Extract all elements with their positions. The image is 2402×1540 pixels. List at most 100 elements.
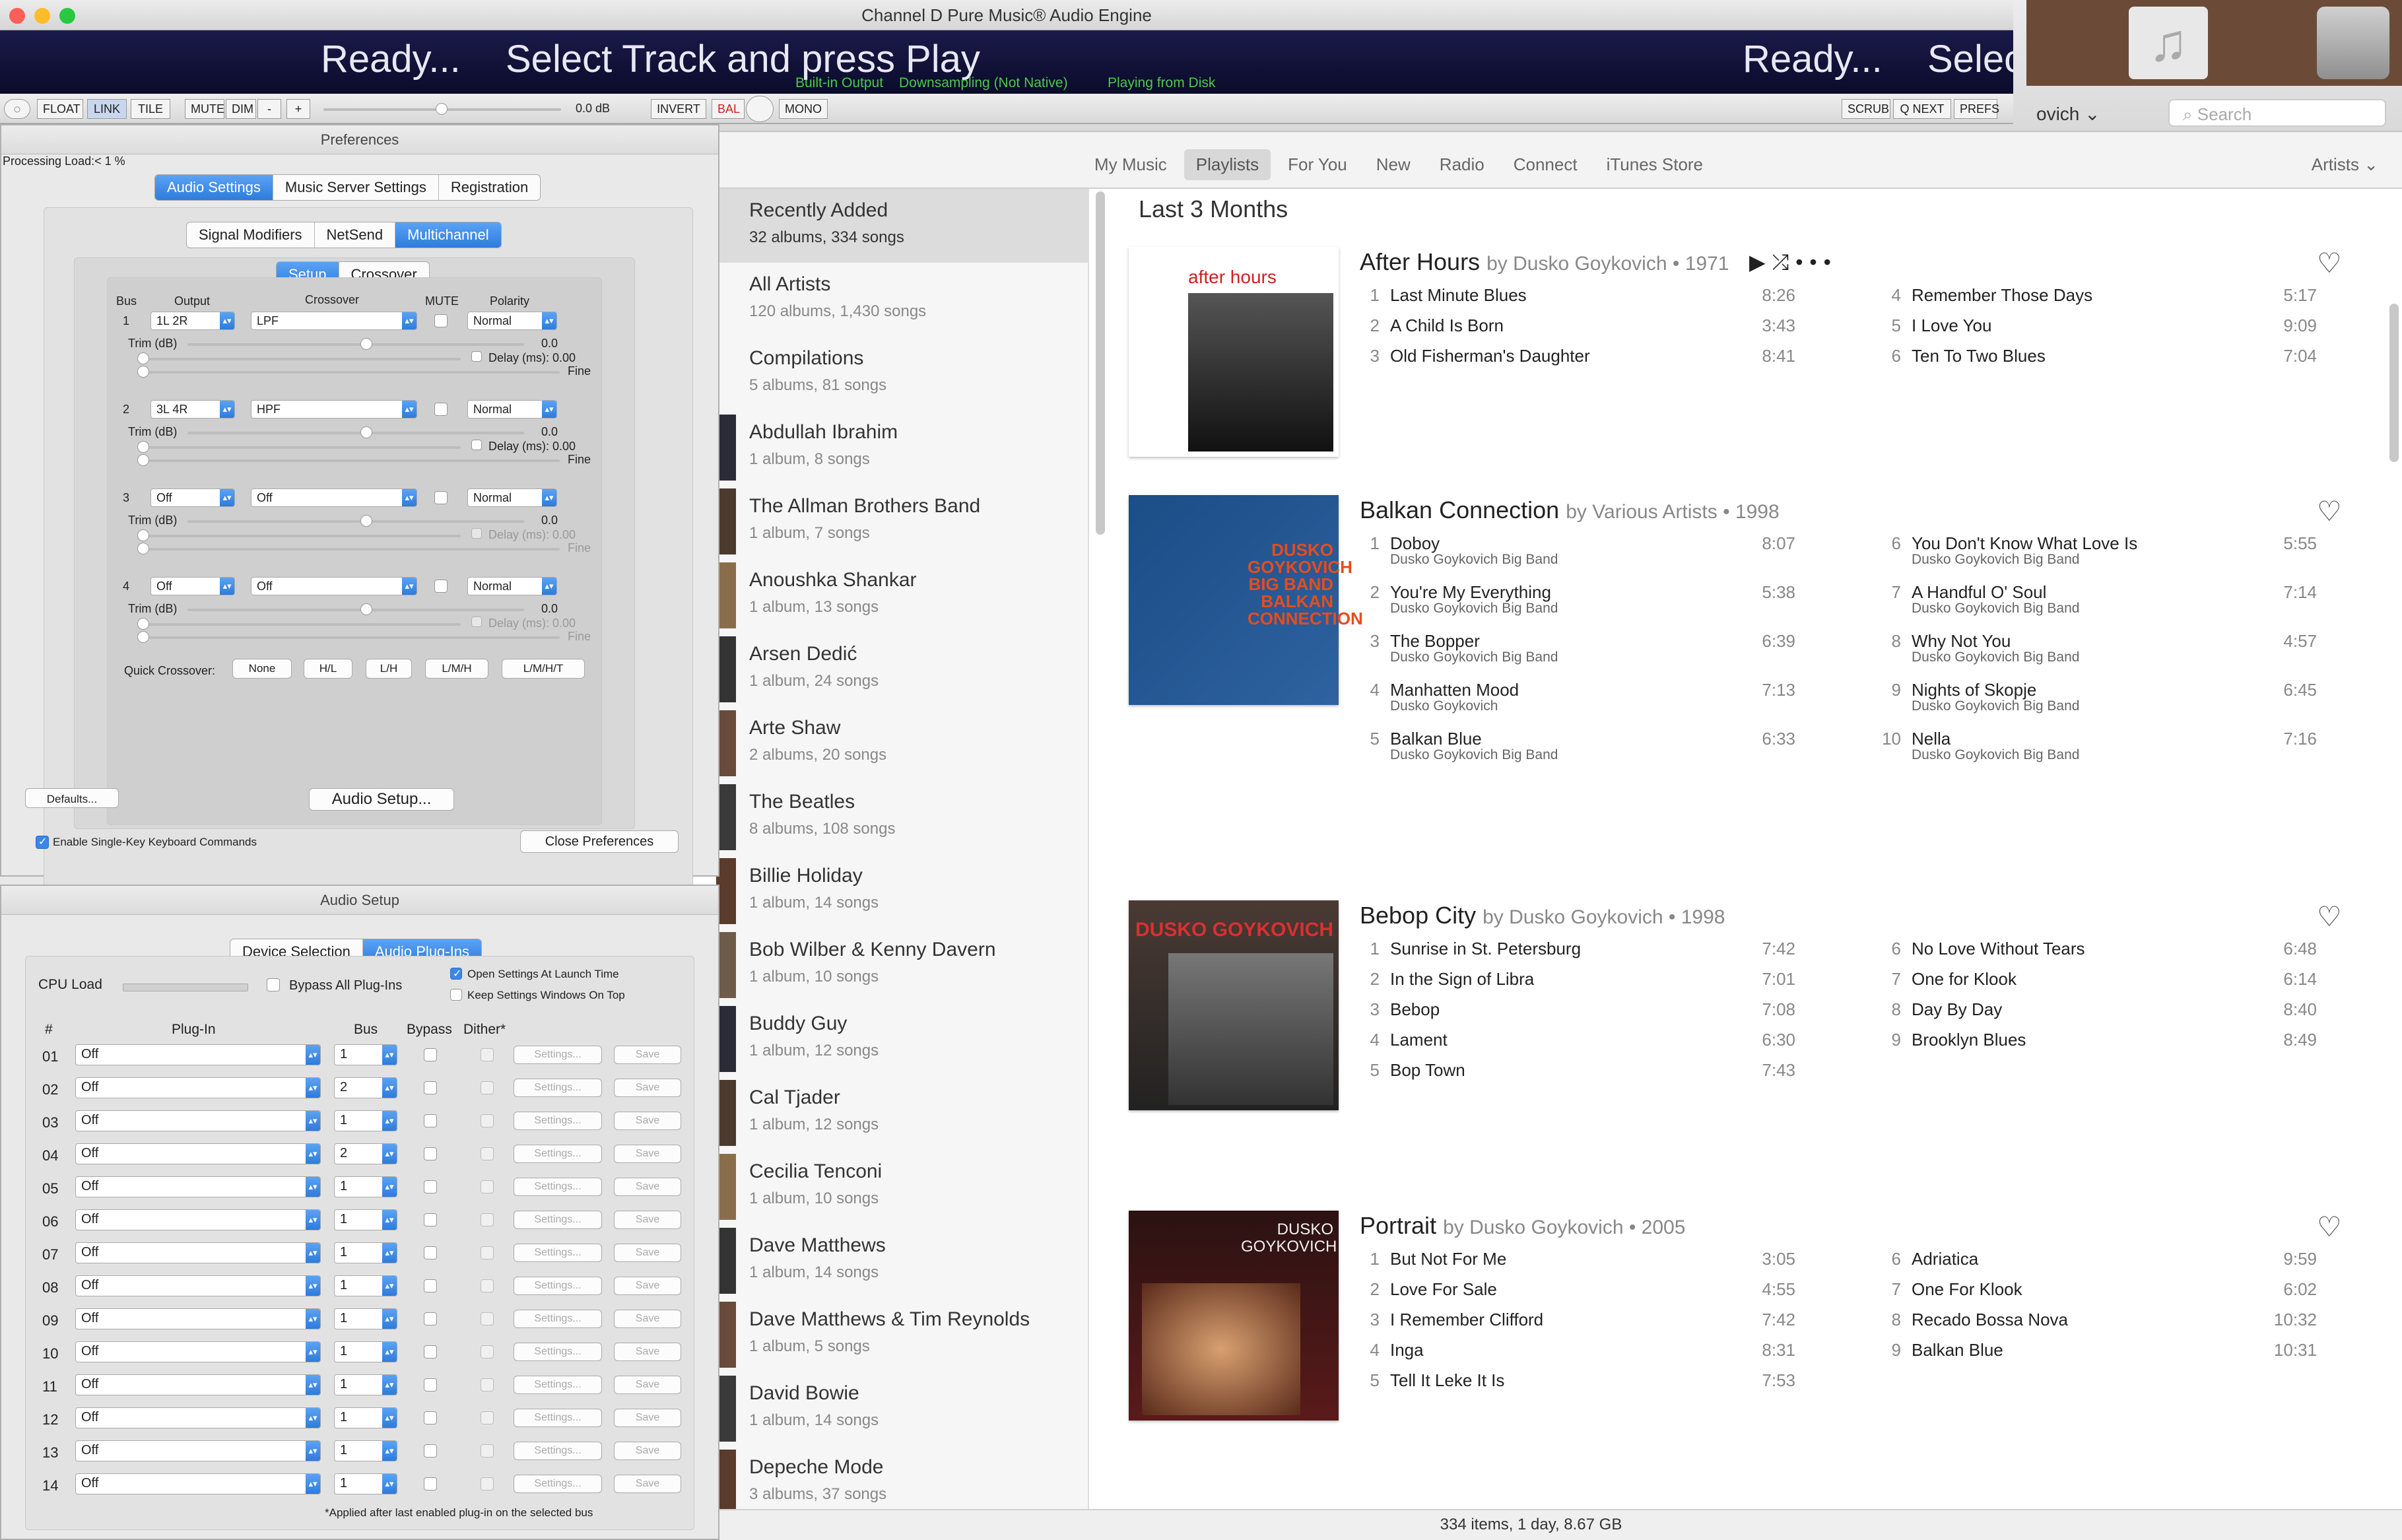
settings-button[interactable]: Settings... [514,1475,602,1493]
fine-slider-knob[interactable] [137,454,149,466]
play-icon[interactable]: ▶ [1749,250,1772,274]
heart-icon[interactable]: ♡ [2317,1211,2342,1243]
sidebar-item[interactable]: Buddy Guy 1 album, 12 songs [716,1002,1088,1076]
close-window-button[interactable] [9,8,25,24]
save-button[interactable]: Save [614,1310,681,1328]
bypass-checkbox[interactable] [424,1048,437,1061]
track-row[interactable]: 5 Tell It Leke It Is 7:53 [1360,1370,1822,1401]
output-select[interactable]: Off ▴▾ [150,488,235,507]
track-row[interactable]: 10 Nella Dusko Goykovich Big Band 7:16 [1881,729,2343,762]
settings-button[interactable]: Settings... [514,1244,602,1262]
sidebar-item[interactable]: Abdullah Ibrahim 1 album, 8 songs [716,411,1088,485]
dither-checkbox[interactable] [481,1312,494,1325]
delay-slider-knob[interactable] [137,352,149,364]
bus-select[interactable]: 1 ▴▾ [334,1275,397,1296]
shuffle-icon[interactable]: ⤮ [1772,250,1796,274]
plugin-select[interactable]: Off ▴▾ [75,1044,321,1065]
plugin-select[interactable]: Off ▴▾ [75,1242,321,1263]
mute-checkbox[interactable] [434,403,448,416]
save-button[interactable]: Save [614,1046,681,1064]
sidebar-item[interactable]: David Bowie 1 album, 14 songs [716,1372,1088,1446]
fine-slider-knob[interactable] [137,631,149,643]
track-row[interactable]: 1 Last Minute Blues 8:26 [1360,285,1822,316]
defaults-button[interactable]: Defaults... [25,788,119,808]
bus-select[interactable]: 1 ▴▾ [334,1176,397,1197]
sidebar-item[interactable]: Dave Matthews 1 album, 14 songs [716,1224,1088,1298]
delay-slider-knob[interactable] [137,529,149,541]
quick-crossover-button[interactable]: None [232,659,292,679]
sidebar-item[interactable]: Compilations 5 albums, 81 songs [716,337,1088,411]
save-button[interactable]: Save [614,1112,681,1130]
bypass-checkbox[interactable] [424,1378,437,1391]
bypass-checkbox[interactable] [424,1180,437,1193]
bus-select[interactable]: 1 ▴▾ [334,1242,397,1263]
delay-slider[interactable] [137,352,461,364]
mute-checkbox[interactable] [434,580,448,593]
dither-checkbox[interactable] [481,1213,494,1226]
crossover-select[interactable]: HPF ▴▾ [251,400,417,418]
settings-button[interactable]: Settings... [514,1310,602,1328]
track-row[interactable]: 8 Recado Bossa Nova 10:32 [1881,1310,2343,1340]
queue-next-button[interactable]: Q NEXT [1893,99,1951,119]
save-button[interactable]: Save [614,1376,681,1394]
album-cover[interactable]: after hours [1129,247,1339,457]
bypass-checkbox[interactable] [424,1147,437,1160]
single-key-checkbox[interactable] [36,835,49,849]
track-row[interactable]: 5 I Love You 9:09 [1881,316,2343,346]
track-row[interactable]: 1 But Not For Me 3:05 [1360,1249,1822,1279]
dither-checkbox[interactable] [481,1411,494,1424]
bus-select[interactable]: 1 ▴▾ [334,1044,397,1065]
balance-knob[interactable] [746,96,774,122]
track-row[interactable]: 2 In the Sign of Libra 7:01 [1360,969,1822,999]
polarity-select[interactable]: Normal ▴▾ [467,400,557,418]
bus-select[interactable]: 1 ▴▾ [334,1473,397,1494]
heart-icon[interactable]: ♡ [2317,247,2342,279]
tab-multichannel[interactable]: Multichannel [395,222,501,248]
save-button[interactable]: Save [614,1442,681,1460]
sidebar-item[interactable]: Billie Holiday 1 album, 14 songs [716,854,1088,928]
settings-button[interactable]: Settings... [514,1112,602,1130]
delay-slider[interactable] [137,441,461,453]
content-scrollbar[interactable] [2389,304,2399,462]
volume-up-button[interactable]: + [286,99,310,119]
delay-slider-knob[interactable] [137,441,149,453]
trim-slider[interactable] [187,338,524,350]
track-row[interactable]: 7 One for Klook 6:14 [1881,969,2343,999]
sidebar-item[interactable]: The Allman Brothers Band 1 album, 7 songs [716,485,1088,558]
polarity-select[interactable]: Normal ▴▾ [467,577,557,595]
scrub-button[interactable]: SCRUB [1842,99,1890,119]
sidebar-item[interactable]: Bob Wilber & Kenny Davern 1 album, 10 son… [716,928,1088,1002]
track-row[interactable]: 9 Nights of Skopje Dusko Goykovich Big Ban… [1881,680,2343,714]
dither-checkbox[interactable] [481,1147,494,1160]
plugin-select[interactable]: Off ▴▾ [75,1143,321,1164]
plugin-select[interactable]: Off ▴▾ [75,1176,321,1197]
plugin-select[interactable]: Off ▴▾ [75,1275,321,1296]
bus-select[interactable]: 1 ▴▾ [334,1209,397,1230]
dither-checkbox[interactable] [481,1114,494,1127]
track-row[interactable]: 7 A Handful O' Soul Dusko Goykovich Big Ba… [1881,582,2343,616]
save-button[interactable]: Save [614,1277,681,1295]
quick-crossover-button[interactable]: L/M/H/T [502,659,585,679]
track-row[interactable]: 6 Ten To Two Blues 7:04 [1881,346,2343,376]
minimize-window-button[interactable] [34,8,50,24]
polarity-select[interactable]: Normal ▴▾ [467,488,557,507]
track-row[interactable]: 2 A Child Is Born 3:43 [1360,316,1822,346]
mono-button[interactable]: MONO [779,99,828,119]
heart-icon[interactable]: ♡ [2317,900,2342,933]
tab-for-you[interactable]: For You [1276,149,1359,180]
tab-netsend[interactable]: NetSend [315,222,396,248]
bus-select[interactable]: 1 ▴▾ [334,1308,397,1329]
tab-new[interactable]: New [1364,149,1422,180]
save-button[interactable]: Save [614,1211,681,1229]
track-row[interactable]: 3 Old Fisherman's Daughter 8:41 [1360,346,1822,376]
tab-signal-modifiers[interactable]: Signal Modifiers [187,222,315,248]
invert-button[interactable]: INVERT [651,99,706,119]
dither-checkbox[interactable] [481,1477,494,1490]
trim-slider[interactable] [187,426,524,438]
tab-music-server-settings[interactable]: Music Server Settings [273,175,439,200]
save-button[interactable]: Save [614,1145,681,1163]
audio-setup-button[interactable]: Audio Setup... [309,788,454,811]
track-row[interactable]: 4 Remember Those Days 5:17 [1881,285,2343,316]
dither-checkbox[interactable] [481,1444,494,1457]
delay-fine-checkbox[interactable] [471,617,482,627]
